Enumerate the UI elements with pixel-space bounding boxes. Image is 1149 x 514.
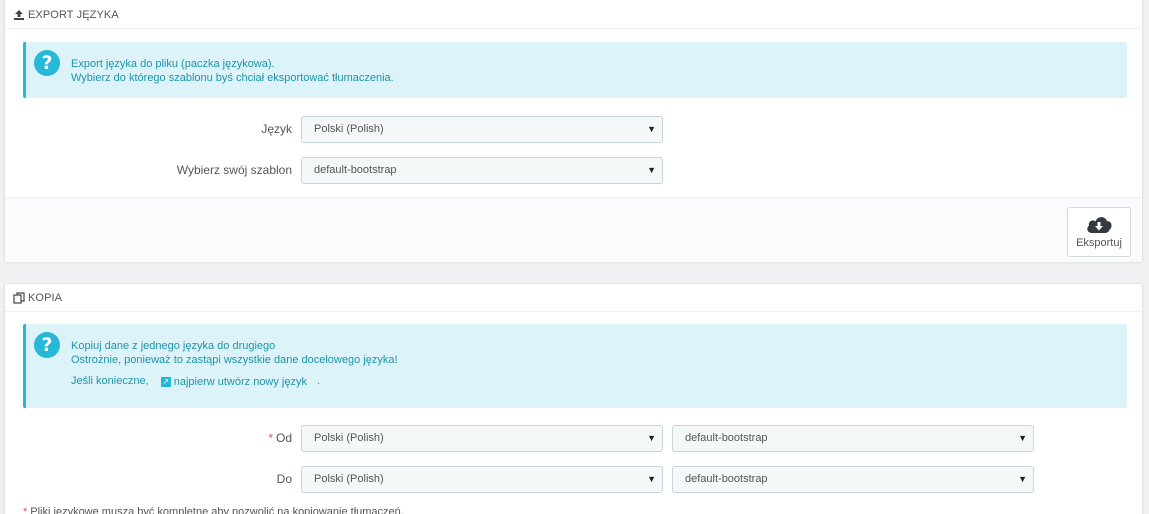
required-marker: *: [23, 506, 28, 514]
caret-down-icon: ▼: [647, 433, 656, 443]
theme-select[interactable]: default-bootstrap ▼: [301, 157, 663, 184]
export-button-label: Eksportuj: [1076, 237, 1122, 249]
question-icon: ?: [34, 50, 60, 76]
language-select-value: Polski (Polish): [314, 123, 384, 135]
copy-panel: KOPIA ? Kopiuj dane z jednego języka do …: [4, 283, 1143, 514]
export-panel-heading: EXPORT JĘZYKA: [5, 1, 1142, 29]
cloud-download-icon: [1087, 217, 1112, 233]
from-theme-value: default-bootstrap: [685, 432, 768, 444]
export-panel: EXPORT JĘZYKA ? Export języka do pliku (…: [4, 0, 1143, 262]
from-theme-select[interactable]: default-bootstrap ▼: [672, 425, 1034, 452]
export-heading-title: EXPORT JĘZYKA: [28, 8, 119, 21]
create-language-link[interactable]: ↗ najpierw utwórz nowy język: [160, 375, 307, 389]
caret-down-icon: ▼: [647, 165, 656, 175]
theme-select-value: default-bootstrap: [314, 164, 397, 176]
copy-heading-title: KOPIA: [28, 291, 63, 304]
caret-down-icon: ▼: [1018, 474, 1027, 484]
copy-info-alert: ? Kopiuj dane z jednego języka do drugie…: [23, 324, 1127, 408]
caret-down-icon: ▼: [1018, 433, 1027, 443]
copy-panel-heading: KOPIA: [5, 284, 1142, 312]
export-alert-line1: Export języka do pliku (paczka językowa)…: [71, 58, 275, 70]
export-info-alert: ? Export języka do pliku (paczka językow…: [23, 42, 1127, 98]
copy-alert-line3: Jeśli konieczne, ↗ najpierw utwórz nowy …: [71, 374, 398, 389]
to-theme-value: default-bootstrap: [685, 473, 768, 485]
copy-alert-line1: Kopiuj dane z jednego języka do drugiego: [71, 340, 276, 352]
export-button[interactable]: Eksportuj: [1067, 207, 1131, 257]
create-language-link-label: najpierw utwórz nowy język: [173, 376, 307, 388]
from-language-select[interactable]: Polski (Polish) ▼: [301, 425, 663, 452]
from-label: Od: [275, 431, 292, 445]
theme-label: Wybierz swój szablon: [176, 163, 292, 177]
caret-down-icon: ▼: [647, 474, 656, 484]
question-icon: ?: [34, 332, 60, 358]
to-language-select[interactable]: Polski (Polish) ▼: [301, 466, 663, 493]
language-select[interactable]: Polski (Polish) ▼: [301, 116, 663, 143]
upload-icon: [14, 9, 24, 20]
required-marker: *: [268, 431, 273, 445]
caret-down-icon: ▼: [647, 124, 656, 134]
to-theme-select[interactable]: default-bootstrap ▼: [672, 466, 1034, 493]
to-label: Do: [276, 472, 292, 486]
from-label-row: * Od: [205, 425, 292, 451]
copy-alert-prefix: Jeśli konieczne,: [71, 375, 149, 387]
to-language-value: Polski (Polish): [314, 473, 384, 485]
external-link-icon: ↗: [160, 377, 171, 387]
language-label: Język: [261, 122, 292, 136]
copy-alert-suffix: .: [317, 375, 321, 387]
copy-alert-line2: Ostrożnie, ponieważ to zastąpi wszystkie…: [71, 354, 398, 366]
export-panel-footer: Eksportuj: [5, 197, 1142, 262]
copy-note: * Pliki językowe muszą być kompletne aby …: [23, 506, 404, 514]
copy-icon: [13, 291, 25, 304]
export-alert-line2: Wybierz do którego szablonu byś chciał e…: [71, 72, 394, 84]
from-language-value: Polski (Polish): [314, 432, 384, 444]
copy-note-text: Pliki językowe muszą być kompletne aby p…: [30, 506, 404, 514]
